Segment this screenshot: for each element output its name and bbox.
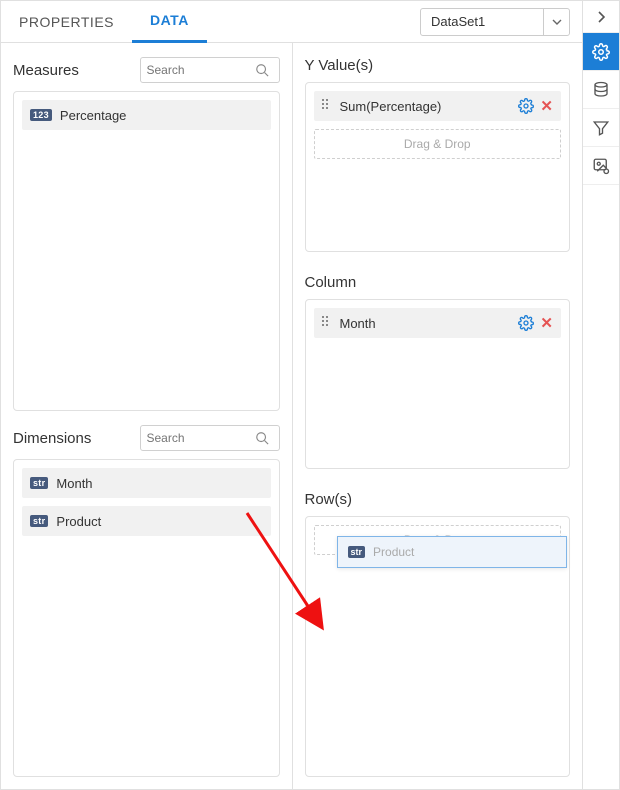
column-panel[interactable]: Month ✕ xyxy=(305,299,571,469)
rows-title: Row(s) xyxy=(305,491,353,508)
type-badge-string: str xyxy=(348,546,366,558)
yvalues-header: Y Value(s) xyxy=(305,57,571,74)
app-root: PROPERTIES DATA DataSet1 Measures xyxy=(0,0,620,790)
main-panel: PROPERTIES DATA DataSet1 Measures xyxy=(1,1,583,789)
chevron-right-icon xyxy=(597,11,605,23)
rail-data-button[interactable] xyxy=(583,71,619,109)
dimensions-search-input[interactable] xyxy=(147,431,255,445)
column-label: Month xyxy=(340,316,511,331)
dataset-selected-label: DataSet1 xyxy=(421,14,543,29)
rail-settings-button[interactable] xyxy=(583,33,619,71)
close-icon[interactable]: ✕ xyxy=(540,314,553,332)
tab-properties[interactable]: PROPERTIES xyxy=(1,1,132,43)
rows-header: Row(s) xyxy=(305,491,571,508)
dimensions-header: Dimensions xyxy=(13,425,280,451)
dimensions-search[interactable] xyxy=(140,425,280,451)
dataset-select[interactable]: DataSet1 xyxy=(420,8,570,36)
rail-image-settings-button[interactable] xyxy=(583,147,619,185)
tab-data[interactable]: DATA xyxy=(132,1,207,43)
drag-handle-icon[interactable] xyxy=(322,316,332,330)
dimension-label: Month xyxy=(56,476,262,491)
rows-dropzone[interactable]: Drag & Drop str Product xyxy=(314,525,562,555)
right-rail xyxy=(583,1,619,789)
yvalues-title: Y Value(s) xyxy=(305,57,374,74)
search-icon xyxy=(255,63,269,77)
measures-search-input[interactable] xyxy=(147,63,255,77)
gear-icon xyxy=(592,43,610,61)
dimensions-panel: str Month str Product xyxy=(13,459,280,777)
yvalue-chip[interactable]: Sum(Percentage) ✕ xyxy=(314,91,562,121)
close-icon[interactable]: ✕ xyxy=(540,97,553,115)
measures-panel: 123 Percentage xyxy=(13,91,280,411)
database-icon xyxy=(592,81,610,99)
dimension-item[interactable]: str Product xyxy=(22,506,271,536)
filter-icon xyxy=(592,119,610,137)
measure-item[interactable]: 123 Percentage xyxy=(22,100,271,130)
rail-collapse-button[interactable] xyxy=(583,1,619,33)
column-title: Column xyxy=(305,274,357,291)
yvalue-label: Sum(Percentage) xyxy=(340,99,511,114)
type-badge-numeric: 123 xyxy=(30,109,52,121)
right-column: Y Value(s) Sum(Percentage) ✕ xyxy=(292,43,583,789)
dragging-label: Product xyxy=(373,545,414,559)
yvalues-panel[interactable]: Sum(Percentage) ✕ Drag & Drop xyxy=(305,82,571,252)
yvalues-dropzone[interactable]: Drag & Drop xyxy=(314,129,562,159)
type-badge-string: str xyxy=(30,515,48,527)
content-area: Measures 123 Percentage Dimensi xyxy=(1,43,582,789)
image-gear-icon xyxy=(592,157,610,175)
dimension-label: Product xyxy=(56,514,262,529)
measures-header: Measures xyxy=(13,57,280,83)
dragging-chip[interactable]: str Product xyxy=(337,536,567,568)
measure-label: Percentage xyxy=(60,108,263,123)
measures-title: Measures xyxy=(13,62,79,79)
gear-icon[interactable] xyxy=(518,315,534,331)
chevron-down-icon xyxy=(543,9,569,35)
tab-bar: PROPERTIES DATA DataSet1 xyxy=(1,1,582,43)
dimensions-title: Dimensions xyxy=(13,430,91,447)
gear-icon[interactable] xyxy=(518,98,534,114)
rows-panel[interactable]: Drag & Drop str Product xyxy=(305,516,571,777)
measures-search[interactable] xyxy=(140,57,280,83)
drag-handle-icon[interactable] xyxy=(322,99,332,113)
column-header: Column xyxy=(305,274,571,291)
left-column: Measures 123 Percentage Dimensi xyxy=(1,43,292,789)
search-icon xyxy=(255,431,269,445)
dimension-item[interactable]: str Month xyxy=(22,468,271,498)
type-badge-string: str xyxy=(30,477,48,489)
dropzone-label: Drag & Drop xyxy=(404,137,471,151)
rail-filter-button[interactable] xyxy=(583,109,619,147)
column-chip[interactable]: Month ✕ xyxy=(314,308,562,338)
